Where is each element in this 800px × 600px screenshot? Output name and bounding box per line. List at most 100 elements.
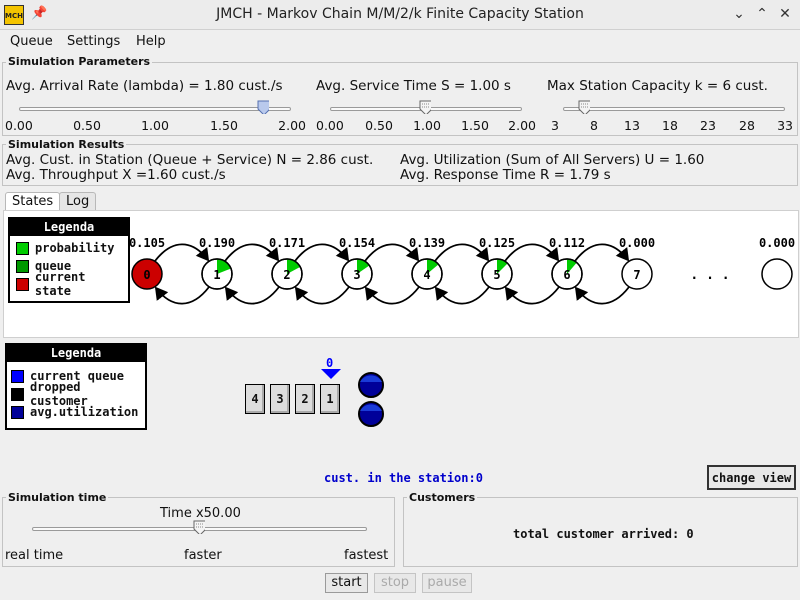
tick-label: 2.00 xyxy=(508,118,536,133)
arrival-rate-label: Avg. Arrival Rate (lambda) = 1.80 cust./… xyxy=(6,78,283,94)
avg-customers-value: Avg. Cust. in Station (Queue + Service) … xyxy=(6,152,374,168)
tick-label: 0.00 xyxy=(316,118,344,133)
time-multiplier-label: Time x50.00 xyxy=(160,506,241,521)
state-probability-label: 0.139 xyxy=(409,236,445,250)
legend-swatch xyxy=(11,405,24,419)
states-panel: Legenda probability queue current state … xyxy=(3,210,799,338)
tab-states[interactable]: States xyxy=(5,192,61,211)
servers xyxy=(358,372,384,427)
state-probability-label: 0.000 xyxy=(619,236,655,250)
start-button[interactable]: start xyxy=(325,573,368,593)
tick-label: 1.50 xyxy=(461,118,489,133)
state-label: 2 xyxy=(283,268,290,282)
tick-label: 23 xyxy=(700,118,716,133)
chevron-up-icon: ⌃ xyxy=(756,6,768,22)
state-probability-label: 0.190 xyxy=(199,236,235,250)
state-label: 0 xyxy=(143,268,150,282)
state-probability-label: 0.125 xyxy=(479,236,515,250)
stop-button[interactable]: stop xyxy=(374,573,416,593)
capacity-label: Max Station Capacity k = 6 cust. xyxy=(547,78,768,94)
menu-queue[interactable]: Queue xyxy=(10,34,53,49)
close-button[interactable]: ✕ xyxy=(775,4,795,24)
customers-in-station-label: cust. in the station:0 xyxy=(324,471,483,485)
state-probability-label: 0.112 xyxy=(549,236,585,250)
maximize-button[interactable]: ⌃ xyxy=(752,4,772,24)
menu-bar: Queue Settings Help xyxy=(0,30,800,54)
tick-label: 0.00 xyxy=(5,118,33,133)
service-time-slider-thumb[interactable] xyxy=(419,100,431,114)
customers-title: Customers xyxy=(407,491,478,504)
server-2 xyxy=(358,401,384,427)
state-probability-label: 0.154 xyxy=(339,236,375,250)
legend-label: avg.utilization xyxy=(30,405,139,419)
avg-response-time-value: Avg. Response Time R = 1.79 s xyxy=(400,167,611,183)
simulation-parameters-title: Simulation Parameters xyxy=(6,55,153,68)
legend-label: dropped customer xyxy=(29,380,88,408)
simulation-parameters-panel xyxy=(2,62,798,136)
state-label: 4 xyxy=(423,268,430,282)
queue-pointer-arrow-icon xyxy=(321,369,341,379)
queue-slot: 4 xyxy=(245,384,265,414)
tick-label: 33 xyxy=(777,118,793,133)
simulation-time-title: Simulation time xyxy=(6,491,109,504)
animation-legend: Legenda current queue dropped customer a… xyxy=(5,343,147,430)
speed-max-label: fastest xyxy=(344,548,389,563)
transition-arrow xyxy=(504,286,560,305)
capacity-slider[interactable] xyxy=(563,107,785,111)
tick-label: 1.00 xyxy=(413,118,441,133)
state-probability-label: 0.105 xyxy=(129,236,165,250)
state-label: 3 xyxy=(353,268,360,282)
tick-label: 28 xyxy=(739,118,755,133)
legend-item: avg.utilization xyxy=(7,403,145,421)
markov-chain-diagram: 0.105 0.190 0.171 0.154 0.139 0.125 0.112 0.000… xyxy=(129,236,795,305)
tick-label: 0.50 xyxy=(73,118,101,133)
tick-label: 13 xyxy=(624,118,640,133)
tick-label: 18 xyxy=(662,118,678,133)
queue-slot: 3 xyxy=(270,384,290,414)
close-icon: ✕ xyxy=(779,6,791,22)
minimize-button[interactable]: ⌄ xyxy=(729,4,749,24)
state-probability-label: 0.171 xyxy=(269,236,305,250)
total-customers-arrived: total customer arrived: 0 xyxy=(513,527,694,541)
tick-label: 3 xyxy=(551,118,559,133)
queue-slot: 2 xyxy=(295,384,315,414)
avg-utilization-value: Avg. Utilization (Sum of All Servers) U … xyxy=(400,152,705,168)
legend-title: Legenda xyxy=(7,345,145,362)
transition-arrow xyxy=(224,286,280,305)
pause-button[interactable]: pause xyxy=(422,573,472,593)
arrival-rate-slider[interactable] xyxy=(19,107,291,111)
tick-label: 8 xyxy=(590,118,598,133)
title-bar: MCH 📌 JMCH - Markov Chain M/M/2/k Finite… xyxy=(0,0,800,30)
service-time-label: Avg. Service Time S = 1.00 s xyxy=(316,78,511,94)
state-label: 7 xyxy=(633,268,640,282)
transition-arrow xyxy=(434,286,490,305)
capacity-slider-thumb[interactable] xyxy=(578,100,591,114)
menu-settings[interactable]: Settings xyxy=(67,34,120,49)
speed-mid-label: faster xyxy=(184,548,222,563)
transition-arrow xyxy=(154,286,210,305)
state-probability-label: 0.000 xyxy=(759,236,795,250)
window-title: JMCH - Markov Chain M/M/2/k Finite Capac… xyxy=(216,6,584,22)
menu-help[interactable]: Help xyxy=(136,34,166,49)
server-1 xyxy=(358,372,384,398)
transition-arrow xyxy=(294,286,350,305)
tick-label: 2.00 xyxy=(278,118,306,133)
change-view-button[interactable]: change view xyxy=(707,465,796,490)
avg-throughput-value: Avg. Throughput X =1.60 cust./s xyxy=(6,167,226,183)
tick-label: 1.00 xyxy=(141,118,169,133)
tick-label: 1.50 xyxy=(210,118,238,133)
transition-arrow xyxy=(574,286,630,305)
legend-item: dropped customer xyxy=(7,380,145,408)
state-label: 6 xyxy=(563,268,570,282)
simulation-speed-slider-thumb[interactable] xyxy=(193,520,205,534)
state-label: 5 xyxy=(493,268,500,282)
simulation-results-title: Simulation Results xyxy=(6,138,127,151)
legend-swatch xyxy=(11,387,24,401)
chevron-down-icon: ⌄ xyxy=(733,6,745,22)
legend-swatch xyxy=(11,369,24,383)
tick-label: 0.50 xyxy=(365,118,393,133)
tab-log[interactable]: Log xyxy=(59,192,97,211)
queue-slot: 1 xyxy=(320,384,340,414)
arrival-rate-slider-thumb[interactable] xyxy=(257,100,269,114)
state-label: 1 xyxy=(213,268,220,282)
